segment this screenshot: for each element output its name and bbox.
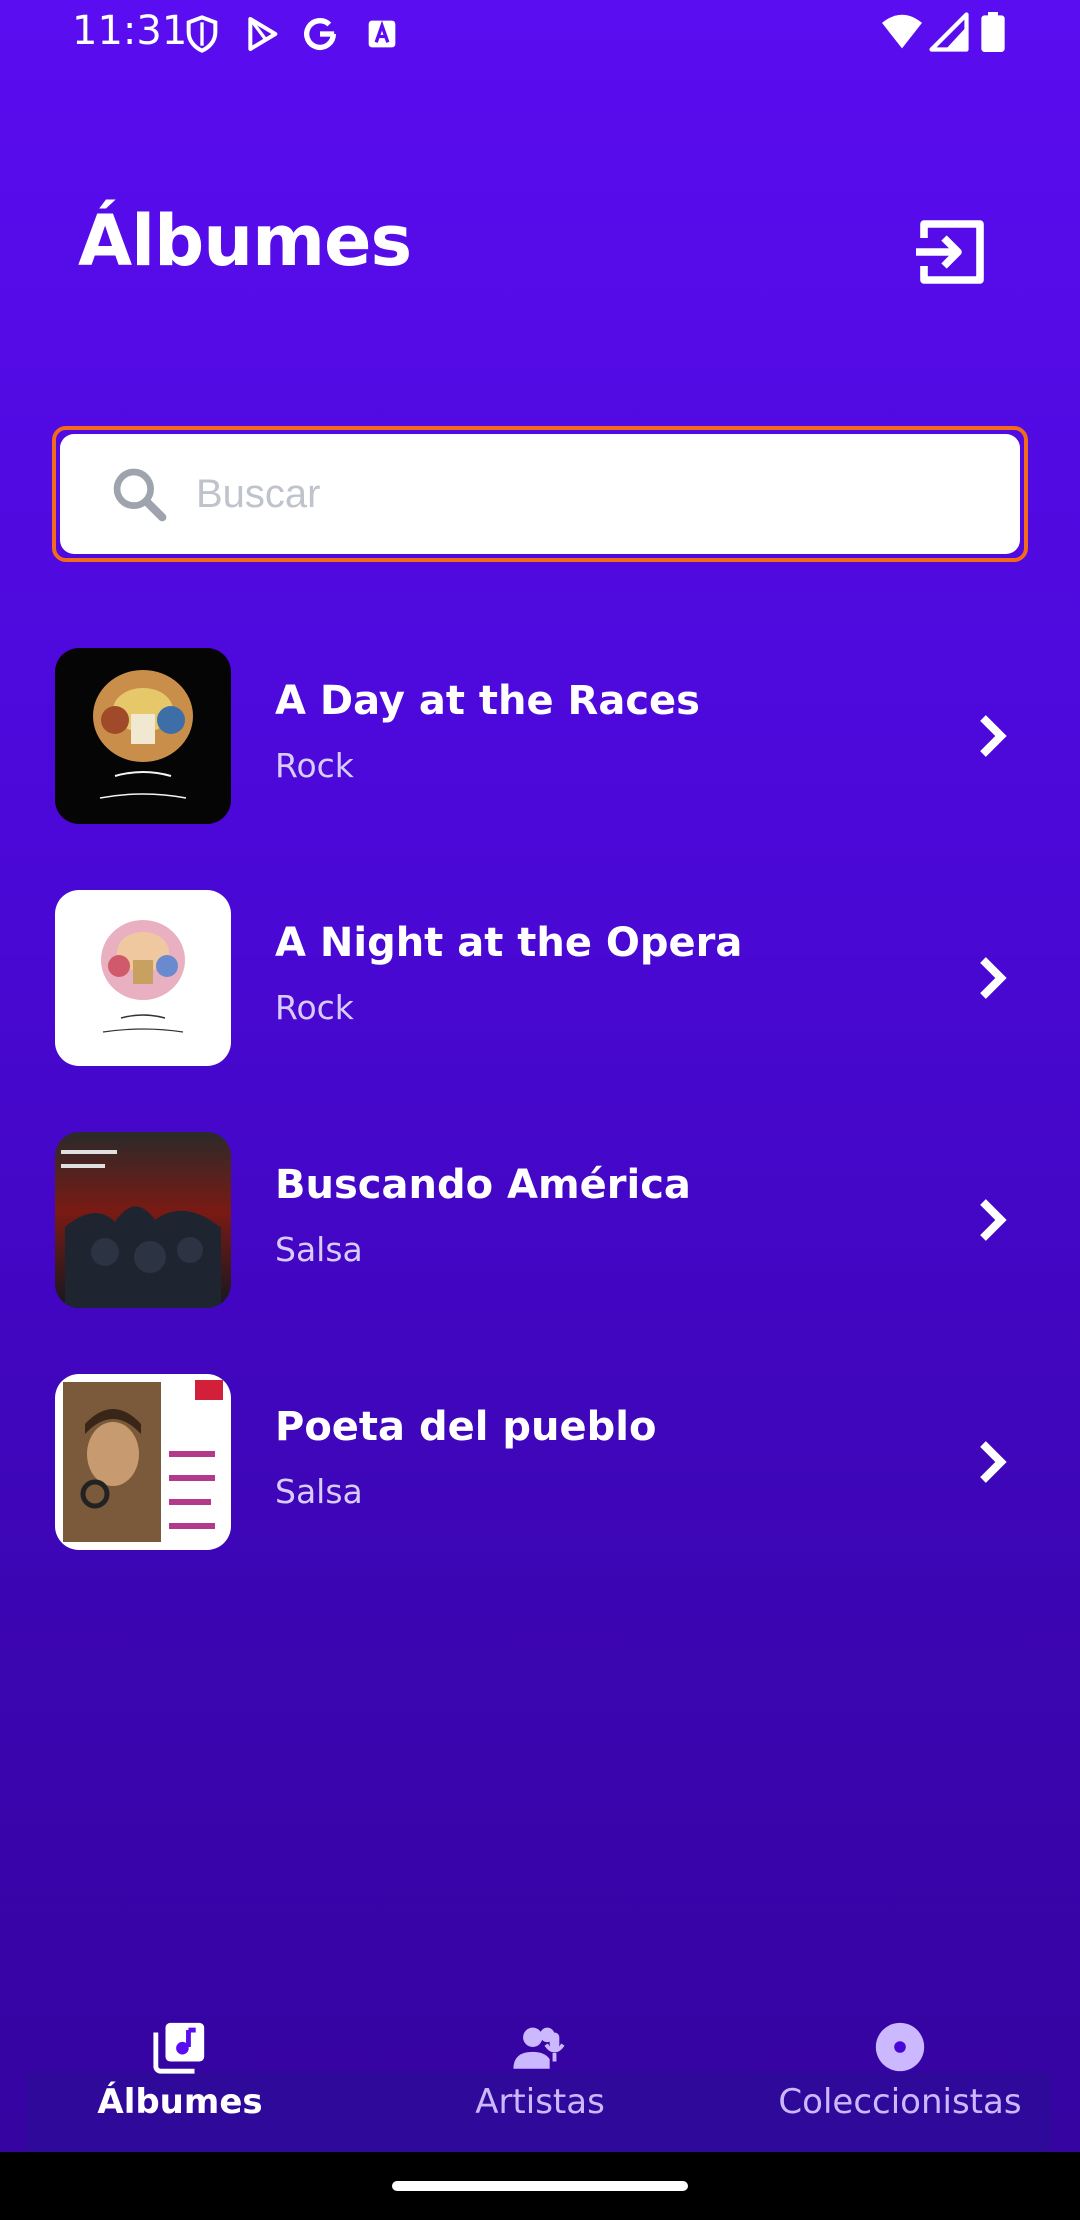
nav-label-collectors: Coleccionistas [778, 2082, 1022, 2122]
nav-item-albums[interactable]: Álbumes [30, 2018, 330, 2122]
logout-icon[interactable] [908, 212, 988, 292]
album-genre: Salsa [275, 1230, 363, 1269]
play-store-icon [248, 17, 278, 51]
album-cover-image [55, 648, 231, 824]
search-icon [113, 468, 167, 522]
search-box[interactable] [60, 434, 1020, 554]
album-cover-image [55, 1132, 231, 1308]
status-time: 11:31 [72, 8, 188, 54]
nav-item-collectors[interactable]: Coleccionistas [750, 2018, 1050, 2122]
album-title: Buscando América [275, 1162, 691, 1208]
album-genre: Rock [275, 746, 354, 785]
album-cover-image [55, 890, 231, 1066]
album-cover-image [55, 1374, 231, 1550]
album-item[interactable]: Buscando América Salsa [0, 1132, 1080, 1308]
album-title: A Night at the Opera [275, 920, 743, 966]
status-bar: 11:31 [0, 0, 1080, 70]
chevron-right-icon [980, 715, 1007, 757]
album-item[interactable]: A Night at the Opera Rock [0, 890, 1080, 1066]
chevron-right-icon [980, 957, 1007, 999]
album-title: A Day at the Races [275, 678, 700, 724]
album-genre: Rock [275, 988, 354, 1027]
search-container [52, 426, 1028, 562]
chevron-right-icon [980, 1199, 1007, 1241]
google-icon [304, 18, 336, 51]
album-item[interactable]: A Day at the Races Rock [0, 648, 1080, 824]
page-title: Álbumes [78, 200, 412, 282]
chevron-right-icon [980, 1441, 1007, 1483]
home-gesture-handle[interactable] [392, 2181, 688, 2191]
font-app-icon [368, 20, 396, 48]
nav-item-artists[interactable]: Artistas [390, 2018, 690, 2122]
nav-label-artists: Artistas [475, 2082, 605, 2122]
album-icon [153, 2022, 205, 2074]
artists-icon [513, 2027, 565, 2069]
shield-icon [186, 15, 218, 53]
album-item[interactable]: Poeta del pueblo Salsa [0, 1374, 1080, 1550]
nav-label-albums: Álbumes [97, 2082, 263, 2122]
search-input[interactable] [194, 470, 1020, 518]
collectors-icon [875, 2022, 925, 2072]
signal-icon [929, 12, 969, 52]
album-title: Poeta del pueblo [275, 1404, 657, 1450]
battery-icon [981, 12, 1005, 52]
wifi-icon [882, 14, 922, 49]
album-genre: Salsa [275, 1472, 363, 1511]
